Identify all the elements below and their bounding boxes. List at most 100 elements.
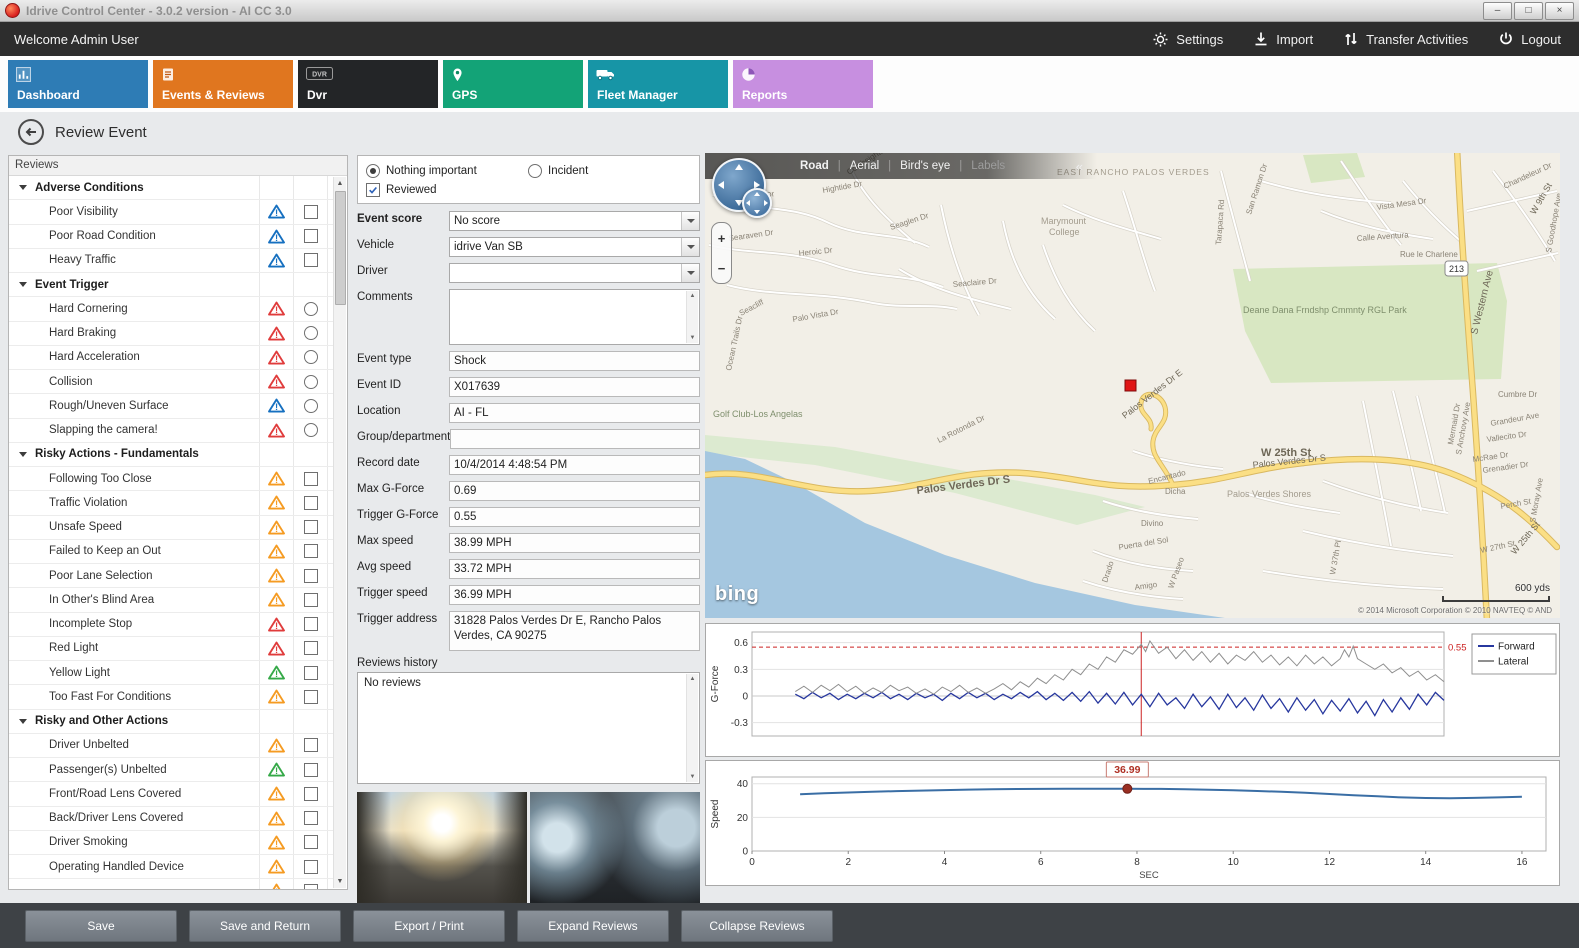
review-item-checkbox[interactable] — [304, 617, 318, 631]
save-and-return-button[interactable]: Save and Return — [189, 910, 341, 942]
rotate-right-icon[interactable] — [764, 200, 768, 206]
expand-reviews-button[interactable]: Expand Reviews — [517, 910, 669, 942]
review-item-checkbox[interactable] — [304, 690, 318, 704]
checkbox-reviewed[interactable]: Reviewed — [366, 183, 437, 197]
event_score-select[interactable]: No score — [449, 211, 700, 231]
review-item-radio[interactable] — [304, 326, 318, 340]
rotate-up-icon[interactable] — [754, 192, 760, 196]
review-item-radio[interactable] — [304, 375, 318, 389]
expander-icon[interactable] — [19, 185, 27, 190]
map-panel[interactable]: 213EAST RANCHO PALOS VERDESMarymountColl… — [705, 153, 1560, 618]
maximize-button[interactable]: □ — [1514, 2, 1543, 20]
export-print-button[interactable]: Export / Print — [353, 910, 505, 942]
review-item-checkbox[interactable] — [304, 569, 318, 583]
checkbox-icon[interactable] — [366, 183, 380, 197]
tab-dashboard[interactable]: Dashboard — [8, 60, 148, 108]
front-camera-video-thumbnail[interactable] — [357, 792, 527, 912]
expander-icon[interactable] — [19, 452, 27, 457]
map-rotate-control[interactable] — [742, 188, 772, 218]
review-item-checkbox[interactable] — [304, 666, 318, 680]
review-item-checkbox[interactable] — [304, 860, 318, 874]
review-item-checkbox[interactable] — [304, 472, 318, 486]
review-item-driver-unbelted: Driver Unbelted! — [9, 734, 334, 758]
review-item-checkbox[interactable] — [304, 593, 318, 607]
review-item-radio[interactable] — [304, 423, 318, 437]
map-mode-labels[interactable]: Labels — [962, 160, 1014, 172]
review-item-checkbox[interactable] — [304, 496, 318, 510]
reviews-history-scrollbar[interactable]: ▲▼ — [686, 674, 698, 782]
collapse-reviews-button[interactable]: Collapse Reviews — [681, 910, 833, 942]
reviews-history-list[interactable]: No reviews ▲▼ — [357, 672, 700, 784]
review-category-adverse-conditions[interactable]: Adverse Conditions — [9, 176, 334, 200]
tab-events-reviews[interactable]: Events & Reviews — [153, 60, 293, 108]
zoom-in-button[interactable]: + — [718, 232, 726, 245]
review-item-checkbox[interactable] — [304, 787, 318, 801]
map-canvas[interactable]: 213EAST RANCHO PALOS VERDESMarymountColl… — [705, 153, 1560, 618]
review-item-radio[interactable] — [304, 350, 318, 364]
field-trigger-address: Trigger address31828 Palos Verdes Dr E, … — [357, 611, 700, 651]
review-item-checkbox[interactable] — [304, 544, 318, 558]
scroll-up-icon[interactable]: ▲ — [687, 674, 698, 684]
scrollbar-thumb[interactable] — [335, 191, 346, 305]
review-item-checkbox[interactable] — [304, 811, 318, 825]
map-mode-road[interactable]: Road — [791, 160, 838, 172]
review-item-radio[interactable] — [304, 399, 318, 413]
minimize-button[interactable]: – — [1483, 2, 1512, 20]
expander-icon[interactable] — [19, 282, 27, 287]
cabin-camera-video-thumbnail[interactable] — [530, 792, 700, 912]
comments-input[interactable]: ▲▼ — [449, 289, 700, 345]
review-item-checkbox[interactable] — [304, 520, 318, 534]
pan-left-icon[interactable] — [718, 181, 724, 189]
review-item-checkbox[interactable] — [304, 738, 318, 752]
nav-import-button[interactable]: Import — [1253, 31, 1313, 48]
radio-icon[interactable] — [366, 164, 380, 178]
rotate-left-icon[interactable] — [746, 200, 750, 206]
field-label: Avg speed — [357, 559, 449, 573]
review-item-checkbox[interactable] — [304, 253, 318, 267]
review-item-checkbox[interactable] — [304, 205, 318, 219]
rotate-down-icon[interactable] — [754, 210, 760, 214]
save-button[interactable]: Save — [25, 910, 177, 942]
back-button[interactable] — [18, 119, 44, 145]
review-item-radio[interactable] — [304, 302, 318, 316]
review-category-risky-and-other-actions[interactable]: Risky and Other Actions — [9, 710, 334, 734]
review-item-checkbox[interactable] — [304, 229, 318, 243]
scroll-up-icon[interactable]: ▲ — [334, 177, 346, 190]
review-item-checkbox[interactable] — [304, 835, 318, 849]
radio-nothing-important[interactable]: Nothing important — [366, 164, 528, 178]
review-category-risky-actions-fundamentals[interactable]: Risky Actions - Fundamentals — [9, 443, 334, 467]
map-toolbar-collapse-icon[interactable]: « — [1076, 159, 1083, 174]
radio-icon[interactable] — [528, 164, 542, 178]
tab-reports[interactable]: Reports — [733, 60, 873, 108]
nav-settings-button[interactable]: Settings — [1152, 31, 1223, 48]
review-item-checkbox[interactable] — [304, 763, 318, 777]
dropdown-arrow-icon[interactable] — [681, 212, 699, 230]
review-item-checkbox[interactable] — [304, 641, 318, 655]
zoom-out-button[interactable]: − — [718, 262, 726, 275]
tab-fleet-manager[interactable]: Fleet Manager — [588, 60, 728, 108]
nav-logout-button[interactable]: Logout — [1498, 31, 1561, 48]
close-button[interactable]: × — [1545, 2, 1574, 20]
scroll-down-icon[interactable]: ▼ — [687, 772, 698, 782]
driver-select[interactable] — [449, 263, 700, 283]
scroll-up-icon[interactable]: ▲ — [687, 291, 698, 301]
review-item-checkbox[interactable] — [304, 884, 318, 889]
vehicle-select[interactable]: idrive Van SB — [449, 237, 700, 257]
radio-incident[interactable]: Incident — [528, 164, 588, 178]
nav-transfer-button[interactable]: Transfer Activities — [1343, 31, 1468, 48]
scroll-down-icon[interactable]: ▼ — [334, 875, 346, 888]
reviews-scrollbar[interactable]: ▲ ▼ — [333, 177, 346, 888]
expander-icon[interactable] — [19, 719, 27, 724]
warning-triangle-icon: ! — [268, 738, 285, 753]
pan-up-icon[interactable] — [735, 164, 743, 170]
dropdown-arrow-icon[interactable] — [681, 238, 699, 256]
event-location-marker[interactable] — [1125, 380, 1136, 391]
tab-dvr[interactable]: DVRDvr — [298, 60, 438, 108]
dropdown-arrow-icon[interactable] — [681, 264, 699, 282]
map-mode-aerial[interactable]: Aerial — [841, 160, 888, 172]
tab-gps[interactable]: GPS — [443, 60, 583, 108]
review-category-event-trigger[interactable]: Event Trigger — [9, 273, 334, 297]
textarea-scrollbar[interactable]: ▲▼ — [686, 291, 698, 343]
map-mode-bird-s-eye[interactable]: Bird's eye — [891, 160, 959, 172]
scroll-down-icon[interactable]: ▼ — [687, 333, 698, 343]
